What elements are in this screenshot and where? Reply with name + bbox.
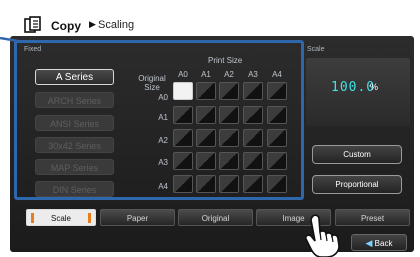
column-label: A3 [248, 70, 258, 79]
series-button-ansi[interactable]: ANSI Series [35, 115, 114, 131]
size-cell-a0-a1[interactable] [196, 82, 216, 100]
size-cell-a2-a2[interactable] [219, 129, 239, 147]
back-label: Back [374, 239, 393, 248]
tab-original[interactable]: Original [178, 209, 253, 226]
tab-active-marker [88, 213, 91, 223]
scale-section-label: Scale [307, 46, 325, 53]
row-label: A3 [158, 158, 168, 167]
size-cell-a3-a3[interactable] [243, 152, 263, 170]
copy-document-icon [24, 16, 41, 33]
series-button-map[interactable]: MAP Series [35, 159, 114, 175]
copy-scaling-screen: Copy ▶ Scaling Fixed A Series ARCH Serie… [0, 0, 420, 257]
row-label: A1 [158, 113, 168, 122]
size-cell-a1-a2[interactable] [219, 106, 239, 124]
breadcrumb: Scaling [98, 19, 135, 31]
size-cell-a4-a4[interactable] [267, 175, 287, 193]
row-label: A2 [158, 136, 168, 145]
scale-value: 100.0 [331, 80, 376, 95]
size-cell-a1-a0[interactable] [173, 106, 193, 124]
size-cell-a4-a1[interactable] [196, 175, 216, 193]
pointing-hand-icon [305, 214, 340, 257]
original-size-label: Original Size [138, 74, 166, 92]
size-cell-a1-a1[interactable] [196, 106, 216, 124]
row-label: A4 [158, 182, 168, 191]
size-cell-a3-a0[interactable] [173, 152, 193, 170]
size-cell-a2-a1[interactable] [196, 129, 216, 147]
series-button-30x42[interactable]: 30x42 Series [35, 137, 114, 153]
size-cell-a4-a0[interactable] [173, 175, 193, 193]
series-button-arch[interactable]: ARCH Series [35, 92, 114, 108]
column-label: A2 [224, 70, 234, 79]
size-cell-a2-a4[interactable] [267, 129, 287, 147]
size-cell-a0-a4[interactable] [267, 82, 287, 100]
size-cell-a1-a4[interactable] [267, 106, 287, 124]
size-cell-a2-a3[interactable] [243, 129, 263, 147]
size-cell-a3-a4[interactable] [267, 152, 287, 170]
size-cell-a0-a2[interactable] [219, 82, 239, 100]
tab-label: Scale [50, 214, 71, 223]
size-cell-a0-a3[interactable] [243, 82, 263, 100]
back-button[interactable]: ◀ Back [351, 234, 407, 251]
proportional-button[interactable]: Proportional [312, 175, 402, 194]
size-cell-a1-a3[interactable] [243, 106, 263, 124]
tab-active-marker [31, 213, 34, 223]
size-cell-a4-a3[interactable] [243, 175, 263, 193]
print-size-label: Print Size [208, 56, 243, 65]
tab-scale[interactable]: Scale [26, 209, 96, 226]
row-label: A0 [158, 93, 168, 102]
column-label: A1 [201, 70, 211, 79]
series-button-din[interactable]: DIN Series [35, 181, 114, 197]
size-cell-a3-a2[interactable] [219, 152, 239, 170]
column-label: A0 [178, 70, 188, 79]
breadcrumb-arrow-icon: ▶ [89, 19, 96, 29]
tab-paper[interactable]: Paper [100, 209, 175, 226]
scale-unit: % [370, 82, 379, 92]
column-label: A4 [272, 70, 282, 79]
size-cell-a3-a1[interactable] [196, 152, 216, 170]
size-cell-a2-a0[interactable] [173, 129, 193, 147]
custom-button[interactable]: Custom [312, 145, 402, 164]
series-button-a[interactable]: A Series [35, 69, 114, 85]
fixed-section-label: Fixed [24, 46, 42, 53]
size-cell-a0-a0[interactable] [173, 82, 193, 100]
size-cell-a4-a2[interactable] [219, 175, 239, 193]
app-title: Copy [51, 19, 81, 33]
back-arrow-icon: ◀ [365, 238, 373, 248]
